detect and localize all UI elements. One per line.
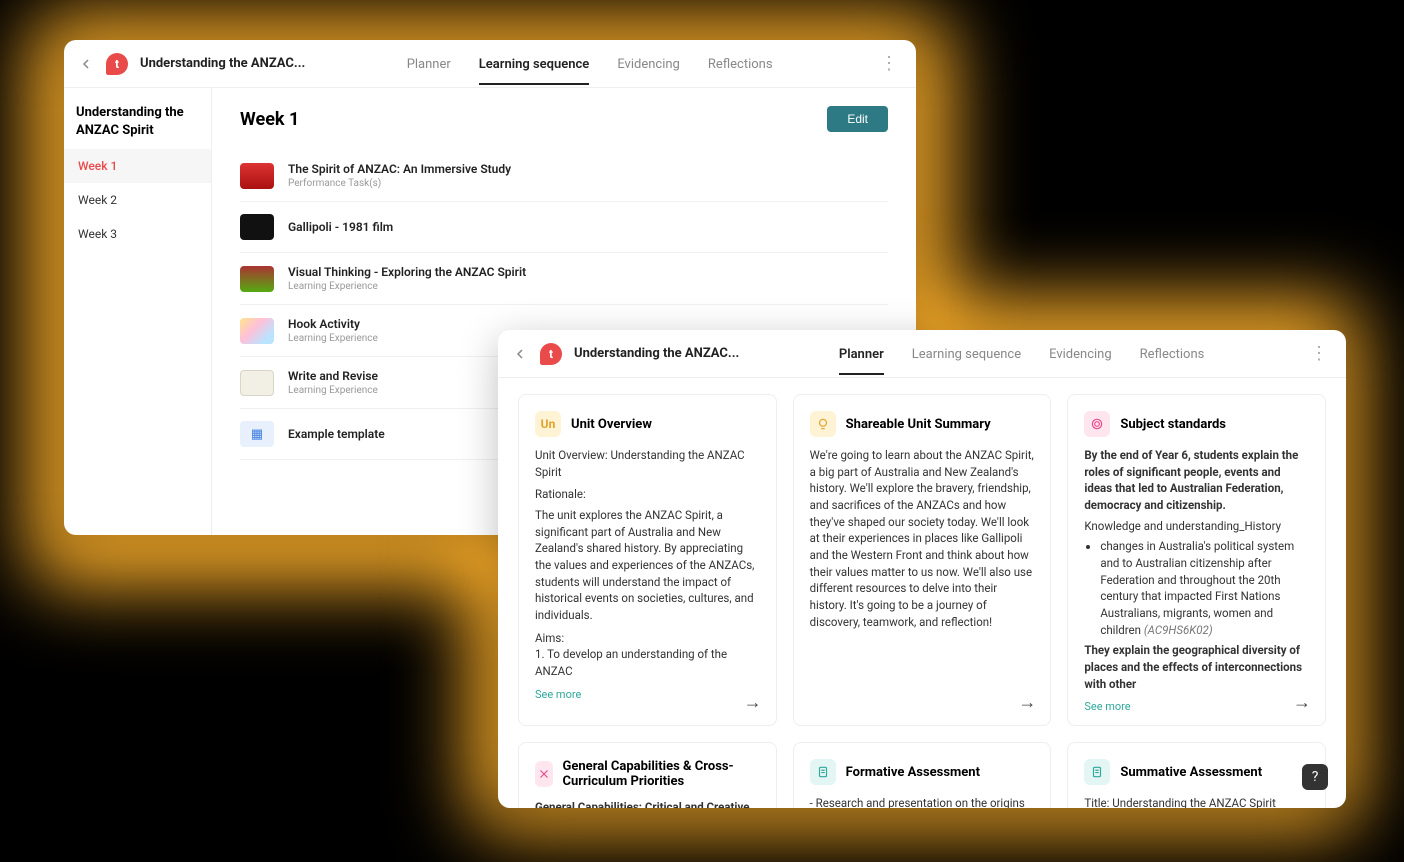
card-title: Subject standards (1120, 417, 1226, 432)
thumbnail-icon (240, 370, 274, 396)
item-subtitle: Performance Task(s) (288, 178, 511, 189)
sidebar: Understanding the ANZAC Spirit Week 1 We… (64, 88, 212, 535)
help-button[interactable]: ? (1302, 764, 1328, 790)
item-title: Hook Activity (288, 317, 378, 331)
tab-evidencing[interactable]: Evidencing (1049, 333, 1112, 374)
card-unit-overview[interactable]: Un Unit Overview Unit Overview: Understa… (518, 394, 777, 726)
page-title: Understanding the ANZAC... (574, 346, 739, 361)
tab-evidencing[interactable]: Evidencing (617, 43, 680, 84)
thumbnail-icon (240, 318, 274, 344)
back-button[interactable] (76, 54, 96, 74)
tabs: Planner Learning sequence Evidencing Ref… (839, 333, 1205, 374)
standards-bullet: changes in Australia's political system … (1100, 538, 1309, 638)
list-item[interactable]: Gallipoli - 1981 film (240, 202, 888, 253)
lightbulb-icon (810, 411, 836, 437)
capabilities-icon (535, 761, 553, 787)
item-subtitle: Learning Experience (288, 385, 378, 396)
see-more-link[interactable]: See more (535, 688, 760, 701)
item-title: Example template (288, 427, 385, 441)
rationale-label: Rationale: (535, 486, 760, 503)
thumbnail-icon (240, 266, 274, 292)
overview-icon: Un (535, 411, 561, 437)
gcap-line1: General Capabilities: Critical and Creat… (535, 799, 760, 808)
doc-icon: ▦ (240, 421, 274, 447)
card-general-capabilities[interactable]: General Capabilities & Cross-Curriculum … (518, 742, 777, 808)
card-subject-standards[interactable]: Subject standards By the end of Year 6, … (1067, 394, 1326, 726)
item-title: Write and Revise (288, 369, 378, 383)
app-logo (106, 53, 128, 75)
fa-l1: - Research and presentation on the origi… (810, 795, 1035, 808)
edit-button[interactable]: Edit (827, 106, 888, 132)
standards-bold1: By the end of Year 6, students explain t… (1084, 447, 1309, 514)
page-title: Understanding the ANZAC... (140, 56, 305, 71)
arrow-right-icon[interactable]: → (744, 692, 762, 713)
tab-learning-sequence[interactable]: Learning sequence (479, 43, 590, 84)
tab-reflections[interactable]: Reflections (1140, 333, 1205, 374)
card-title: Formative Assessment (846, 765, 980, 780)
list-item[interactable]: The Spirit of ANZAC: An Immersive Study … (240, 150, 888, 202)
tab-reflections[interactable]: Reflections (708, 43, 773, 84)
sidebar-item-week2[interactable]: Week 2 (64, 183, 211, 217)
item-title: The Spirit of ANZAC: An Immersive Study (288, 162, 511, 176)
card-title: Unit Overview (571, 417, 652, 432)
target-icon (1084, 411, 1110, 437)
card-summative-assessment[interactable]: Summative Assessment Title: Understandin… (1067, 742, 1326, 808)
sa-l1: Title: Understanding the ANZAC Spirit (1084, 795, 1309, 808)
tabs: Planner Learning sequence Evidencing Ref… (407, 43, 773, 84)
sidebar-item-week3[interactable]: Week 3 (64, 217, 211, 251)
app-logo (540, 343, 562, 365)
summary-text: We're going to learn about the ANZAC Spi… (810, 447, 1035, 630)
aim1: 1. To develop an understanding of the AN… (535, 646, 760, 679)
tab-planner[interactable]: Planner (407, 43, 451, 84)
topbar: Understanding the ANZAC... Planner Learn… (64, 40, 916, 88)
tab-learning-sequence[interactable]: Learning sequence (912, 333, 1021, 374)
thumbnail-icon (240, 214, 274, 240)
sidebar-title: Understanding the ANZAC Spirit (64, 88, 211, 149)
standards-bold2: They explain the geographical diversity … (1084, 642, 1309, 692)
clipboard-icon (1084, 759, 1110, 785)
overview-line1: Unit Overview: Understanding the ANZAC S… (535, 447, 760, 480)
item-title: Visual Thinking - Exploring the ANZAC Sp… (288, 265, 526, 279)
window-planner: Understanding the ANZAC... Planner Learn… (498, 330, 1346, 808)
arrow-right-icon[interactable]: → (1293, 692, 1311, 713)
topbar: Understanding the ANZAC... Planner Learn… (498, 330, 1346, 378)
clipboard-icon (810, 759, 836, 785)
arrow-right-icon[interactable]: → (1018, 692, 1036, 713)
card-title: Shareable Unit Summary (846, 417, 991, 432)
card-title: General Capabilities & Cross-Curriculum … (563, 759, 760, 789)
more-menu-icon[interactable]: ⋮ (874, 53, 904, 74)
week-heading: Week 1 (240, 109, 299, 130)
more-menu-icon[interactable]: ⋮ (1304, 343, 1334, 364)
standards-sub1: Knowledge and understanding_History (1084, 518, 1309, 535)
see-more-link[interactable]: See more (1084, 700, 1309, 713)
thumbnail-icon (240, 163, 274, 189)
rationale-text: The unit explores the ANZAC Spirit, a si… (535, 507, 760, 624)
card-title: Summative Assessment (1120, 765, 1262, 780)
item-subtitle: Learning Experience (288, 281, 526, 292)
list-item[interactable]: Visual Thinking - Exploring the ANZAC Sp… (240, 253, 888, 305)
card-shareable-summary[interactable]: Shareable Unit Summary We're going to le… (793, 394, 1052, 726)
back-button[interactable] (510, 344, 530, 364)
item-title: Gallipoli - 1981 film (288, 220, 393, 234)
tab-planner[interactable]: Planner (839, 333, 884, 374)
aims-label: Aims: (535, 630, 760, 647)
item-subtitle: Learning Experience (288, 333, 378, 344)
sidebar-item-week1[interactable]: Week 1 (64, 149, 211, 183)
card-formative-assessment[interactable]: Formative Assessment - Research and pres… (793, 742, 1052, 808)
